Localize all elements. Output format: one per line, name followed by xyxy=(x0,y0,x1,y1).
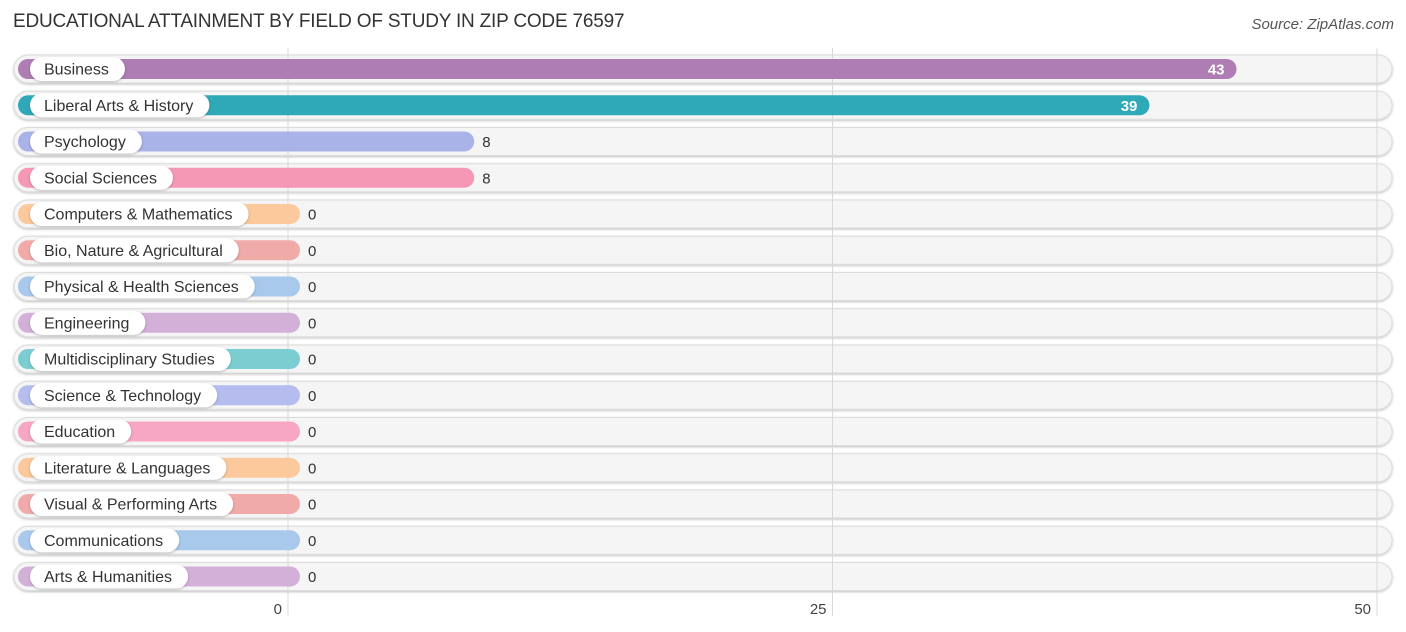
category-label: Engineering xyxy=(44,315,129,332)
category-label: Multidisciplinary Studies xyxy=(44,352,215,369)
category-label: Communications xyxy=(44,533,163,550)
value-label: 43 xyxy=(1208,62,1225,79)
bar[interactable] xyxy=(18,59,1237,79)
value-label: 0 xyxy=(308,424,316,441)
bar-row: Physical & Health Sciences 0 xyxy=(18,274,316,299)
value-label: 0 xyxy=(308,243,316,260)
category-label: Bio, Nature & Agricultural xyxy=(44,243,223,260)
category-label: Business xyxy=(44,62,109,79)
bar-row: Liberal Arts & History 39 xyxy=(18,93,1150,118)
category-label: Visual & Performing Arts xyxy=(44,497,217,514)
bar-row: Science & Technology 0 xyxy=(18,383,316,408)
value-label: 0 xyxy=(308,533,316,550)
category-label: Psychology xyxy=(44,134,126,151)
value-label: 0 xyxy=(308,497,316,514)
value-label: 0 xyxy=(308,315,316,332)
bar-row: Multidisciplinary Studies 0 xyxy=(18,347,316,371)
x-tick-label: 25 xyxy=(810,601,827,618)
category-label: Computers & Mathematics xyxy=(44,207,233,224)
category-label: Science & Technology xyxy=(44,388,201,405)
value-label: 8 xyxy=(482,170,490,187)
value-label: 0 xyxy=(308,207,316,224)
value-label: 39 xyxy=(1121,98,1138,115)
value-label: 0 xyxy=(308,460,316,477)
bar-row: Communications 0 xyxy=(18,528,316,553)
bar-row: Education 0 xyxy=(18,419,316,444)
bar-row: Psychology 8 xyxy=(18,129,491,154)
category-label: Social Sciences xyxy=(44,170,157,187)
value-label: 0 xyxy=(308,279,316,296)
bar-row: Literature & Languages 0 xyxy=(18,455,316,480)
category-label: Liberal Arts & History xyxy=(44,98,193,115)
bar-row: Visual & Performing Arts 0 xyxy=(18,492,316,516)
category-label: Physical & Health Sciences xyxy=(44,279,239,296)
bar-row: Arts & Humanities 0 xyxy=(18,564,316,589)
value-label: 0 xyxy=(308,352,316,369)
value-label: 0 xyxy=(308,569,316,586)
value-label: 8 xyxy=(482,134,490,151)
bar-chart: Business 43 Liberal Arts & History 39 Psycho… xyxy=(13,48,1393,618)
x-tick-label: 0 xyxy=(274,601,282,618)
category-label: Arts & Humanities xyxy=(44,569,172,586)
category-label: Literature & Languages xyxy=(44,460,210,477)
x-tick-label: 50 xyxy=(1354,601,1371,618)
bar-row: Computers & Mathematics 0 xyxy=(18,202,316,226)
category-label: Education xyxy=(44,424,115,441)
bar-row: Business 43 xyxy=(18,57,1237,81)
bar-row: Social Sciences 8 xyxy=(18,165,491,190)
bar-row: Bio, Nature & Agricultural 0 xyxy=(18,238,316,263)
value-label: 0 xyxy=(308,388,316,405)
bar-row: Engineering 0 xyxy=(18,310,316,335)
